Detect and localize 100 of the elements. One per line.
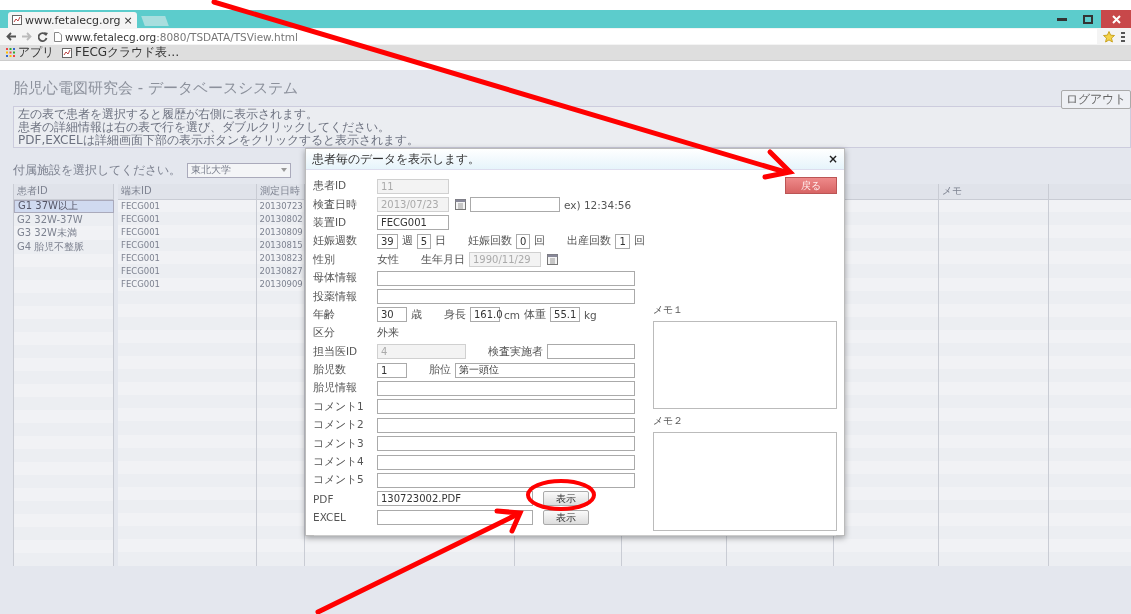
column-header: 測定日時 xyxy=(256,184,304,200)
star-icon[interactable] xyxy=(1103,30,1115,43)
input-field[interactable] xyxy=(470,197,560,213)
field-text: kg xyxy=(584,308,597,321)
field-label: 装置ID xyxy=(313,215,348,230)
info-text: 患者の詳細情報は右の表で行を選び、ダブルクリックしてください。 xyxy=(18,121,391,134)
input-field[interactable] xyxy=(377,417,635,433)
memo-field[interactable] xyxy=(653,432,837,531)
field-label: 妊娠回数 xyxy=(468,234,513,249)
table-cell: 20130909 xyxy=(256,277,304,291)
field-label: 年齢 xyxy=(313,307,336,322)
input-field[interactable]: 161.0 xyxy=(470,307,500,323)
table-cell: FECG001 xyxy=(118,264,256,278)
input-field[interactable]: 1 xyxy=(377,362,407,378)
facility-select[interactable]: 東北大学 xyxy=(187,162,291,178)
field-label: コメント2 xyxy=(313,418,365,433)
memo-label: メモ１ xyxy=(653,304,683,317)
field-text: 回 xyxy=(633,234,645,249)
memo-field[interactable] xyxy=(653,321,837,409)
back-icon[interactable] xyxy=(6,32,16,41)
tab-title: www.fetalecg.org xyxy=(25,13,121,27)
field-text: cm xyxy=(504,308,520,321)
input-field[interactable]: 55.1 xyxy=(550,307,580,323)
field-label: コメント5 xyxy=(313,473,365,488)
calendar-icon[interactable] xyxy=(547,254,558,266)
field-text: 女性 xyxy=(377,252,399,267)
table-cell: FECG001 xyxy=(118,225,256,239)
table-cell: 20130823 xyxy=(256,251,304,265)
field-text: 週 xyxy=(401,234,413,249)
input-field[interactable] xyxy=(546,344,635,360)
maximize-icon[interactable] xyxy=(1083,14,1093,24)
input-field[interactable]: 5 xyxy=(416,233,432,249)
logout-button[interactable]: ログアウト xyxy=(1061,89,1131,109)
field-label: 妊娠週数 xyxy=(313,234,358,249)
input-field[interactable] xyxy=(377,399,635,415)
input-field[interactable] xyxy=(377,270,635,286)
field-label: 胎位 xyxy=(429,363,451,378)
field-label: 投薬情報 xyxy=(313,289,358,304)
bookmark-link[interactable]: FECGクラウド表… xyxy=(62,44,180,61)
field-label: コメント4 xyxy=(313,455,365,470)
address-bar[interactable]: www.fetalecg.org:8080/TSDATA/TSView.html xyxy=(54,29,1097,44)
column-header: メモ xyxy=(938,184,1048,200)
table-cell: FECG001 xyxy=(118,277,256,291)
field-text: 日 xyxy=(435,234,447,249)
bookmark-link[interactable]: アプリ xyxy=(6,44,54,61)
table-cell: 20130809 xyxy=(256,225,304,239)
calendar-icon[interactable] xyxy=(455,199,466,211)
field-text: 外来 xyxy=(377,326,399,341)
page-icon xyxy=(62,47,72,58)
forward-icon[interactable] xyxy=(22,32,32,41)
info-text: PDF,EXCELは詳細画面下部の表示ボタンをクリックすると表示されます。 xyxy=(18,134,420,147)
input-field[interactable] xyxy=(377,381,635,396)
field-label: 担当医ID xyxy=(313,344,359,359)
input-field[interactable] xyxy=(377,289,635,305)
field-label: コメント1 xyxy=(313,399,365,414)
field-label: EXCEL xyxy=(313,511,347,524)
new-tab-button[interactable] xyxy=(140,16,169,26)
input-field[interactable]: FECG001 xyxy=(377,215,449,231)
close-icon[interactable] xyxy=(1111,14,1121,24)
patient-row[interactable]: G4 胎児不整脈 xyxy=(13,239,114,254)
info-text: 左の表で患者を選択すると履歴が右側に表示されます。 xyxy=(18,108,319,121)
close-icon[interactable]: × xyxy=(827,152,838,166)
minimize-icon[interactable] xyxy=(1057,17,1067,21)
field-text: ex) 12:34:56 xyxy=(564,198,632,211)
field-label: 出産回数 xyxy=(567,234,612,249)
reload-icon[interactable] xyxy=(38,31,48,42)
input-field[interactable] xyxy=(377,454,635,470)
field-label: 胎児情報 xyxy=(313,381,358,396)
input-field[interactable]: 1 xyxy=(615,233,630,249)
app-title: 胎児心電図研究会 - データベースシステム xyxy=(13,78,298,98)
show-button[interactable]: 表示 xyxy=(543,491,589,507)
browser-tab[interactable]: www.fetalecg.org × xyxy=(8,12,137,28)
input-field[interactable] xyxy=(377,472,635,488)
field-label: PDF xyxy=(313,492,335,505)
field-text: 歳 xyxy=(411,307,422,322)
highlight-circle xyxy=(526,479,596,511)
input-field[interactable]: 第一頭位 xyxy=(455,362,635,378)
dialog-title: 患者毎のデータを表示します。 xyxy=(312,150,480,168)
table-cell: 20130827 xyxy=(256,264,304,278)
apps-grid-icon xyxy=(6,48,15,57)
column-header: 端末ID xyxy=(118,184,256,200)
column-header: 患者ID xyxy=(13,184,114,199)
input-field[interactable]: 0 xyxy=(516,233,531,249)
page-icon xyxy=(12,15,22,25)
field-label: 区分 xyxy=(313,326,336,341)
url-text: www.fetalecg.org:8080/TSDATA/TSView.html xyxy=(65,30,298,43)
facility-label: 付属施設を選択してください。 xyxy=(13,161,181,179)
input-field[interactable] xyxy=(377,436,635,452)
dropdown-arrow-icon xyxy=(281,168,287,172)
field-label: 身長 xyxy=(444,307,466,322)
menu-icon[interactable] xyxy=(1121,31,1125,42)
input-field[interactable]: 30 xyxy=(377,307,407,323)
field-text: 体重 xyxy=(524,307,546,322)
show-button[interactable]: 表示 xyxy=(543,509,589,525)
input-field[interactable]: 39 xyxy=(377,233,398,249)
input-field[interactable]: 130723002.PDF xyxy=(377,491,533,507)
field-label: コメント3 xyxy=(313,436,365,451)
close-icon[interactable]: × xyxy=(123,13,133,27)
patient-row[interactable]: G3 32W未満 xyxy=(13,225,114,240)
field-label: 胎児数 xyxy=(313,363,347,378)
